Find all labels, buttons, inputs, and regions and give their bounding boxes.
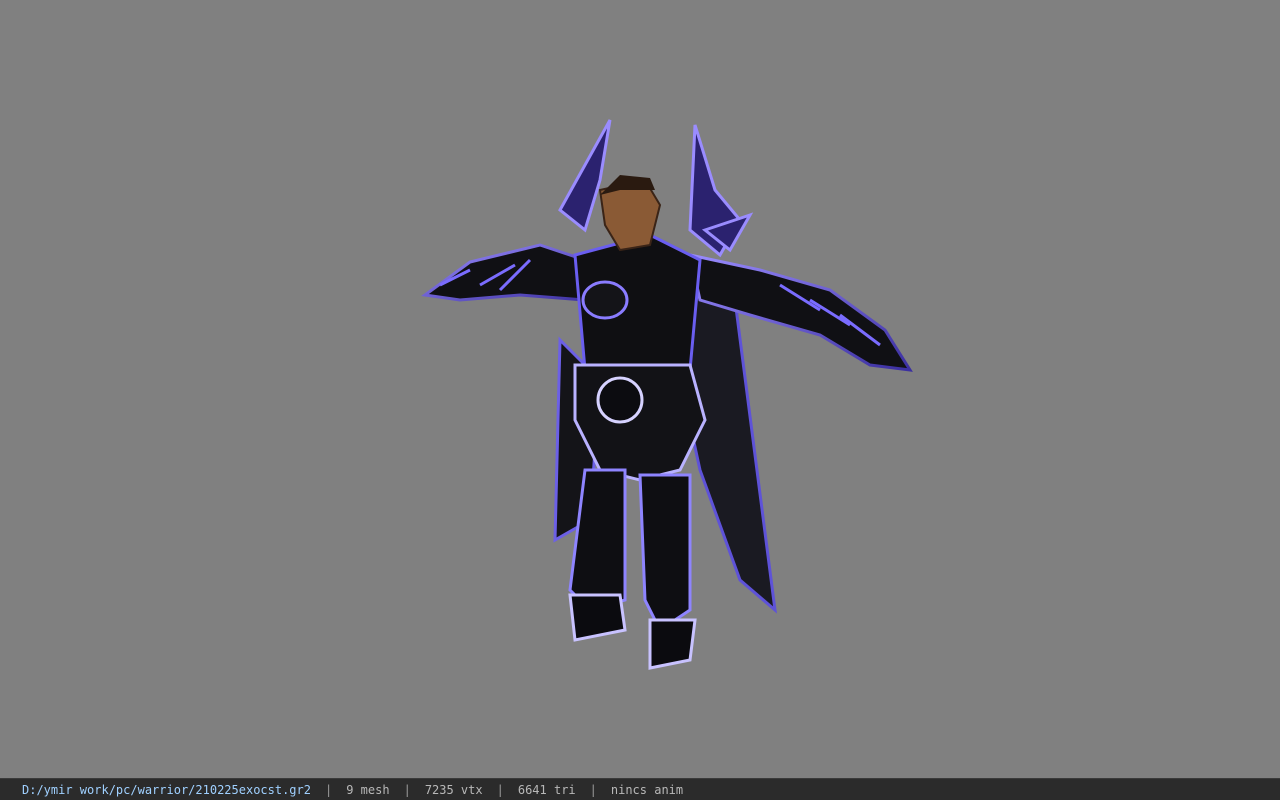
mesh-count: 9 mesh	[346, 782, 390, 797]
separator: |	[403, 782, 411, 797]
armored-warrior-model	[421, 119, 913, 670]
left-arm	[421, 243, 603, 302]
separator: |	[324, 782, 333, 797]
left-boot	[568, 593, 627, 642]
separator: |	[496, 782, 504, 797]
status-bar: D:/ymir work/pc/warrior/210225exocst.gr2…	[0, 778, 1280, 800]
vertex-count: 7235 vtx	[424, 782, 483, 797]
triangle-count: 6641 tri	[517, 782, 576, 797]
file-path: D:/ymir work/pc/warrior/210225exocst.gr2	[22, 782, 311, 797]
right-boot	[648, 618, 697, 670]
animation-status: nincs anim	[610, 782, 684, 797]
right-leg	[638, 473, 692, 633]
separator: |	[589, 782, 597, 797]
3d-viewport[interactable]	[0, 0, 1280, 778]
